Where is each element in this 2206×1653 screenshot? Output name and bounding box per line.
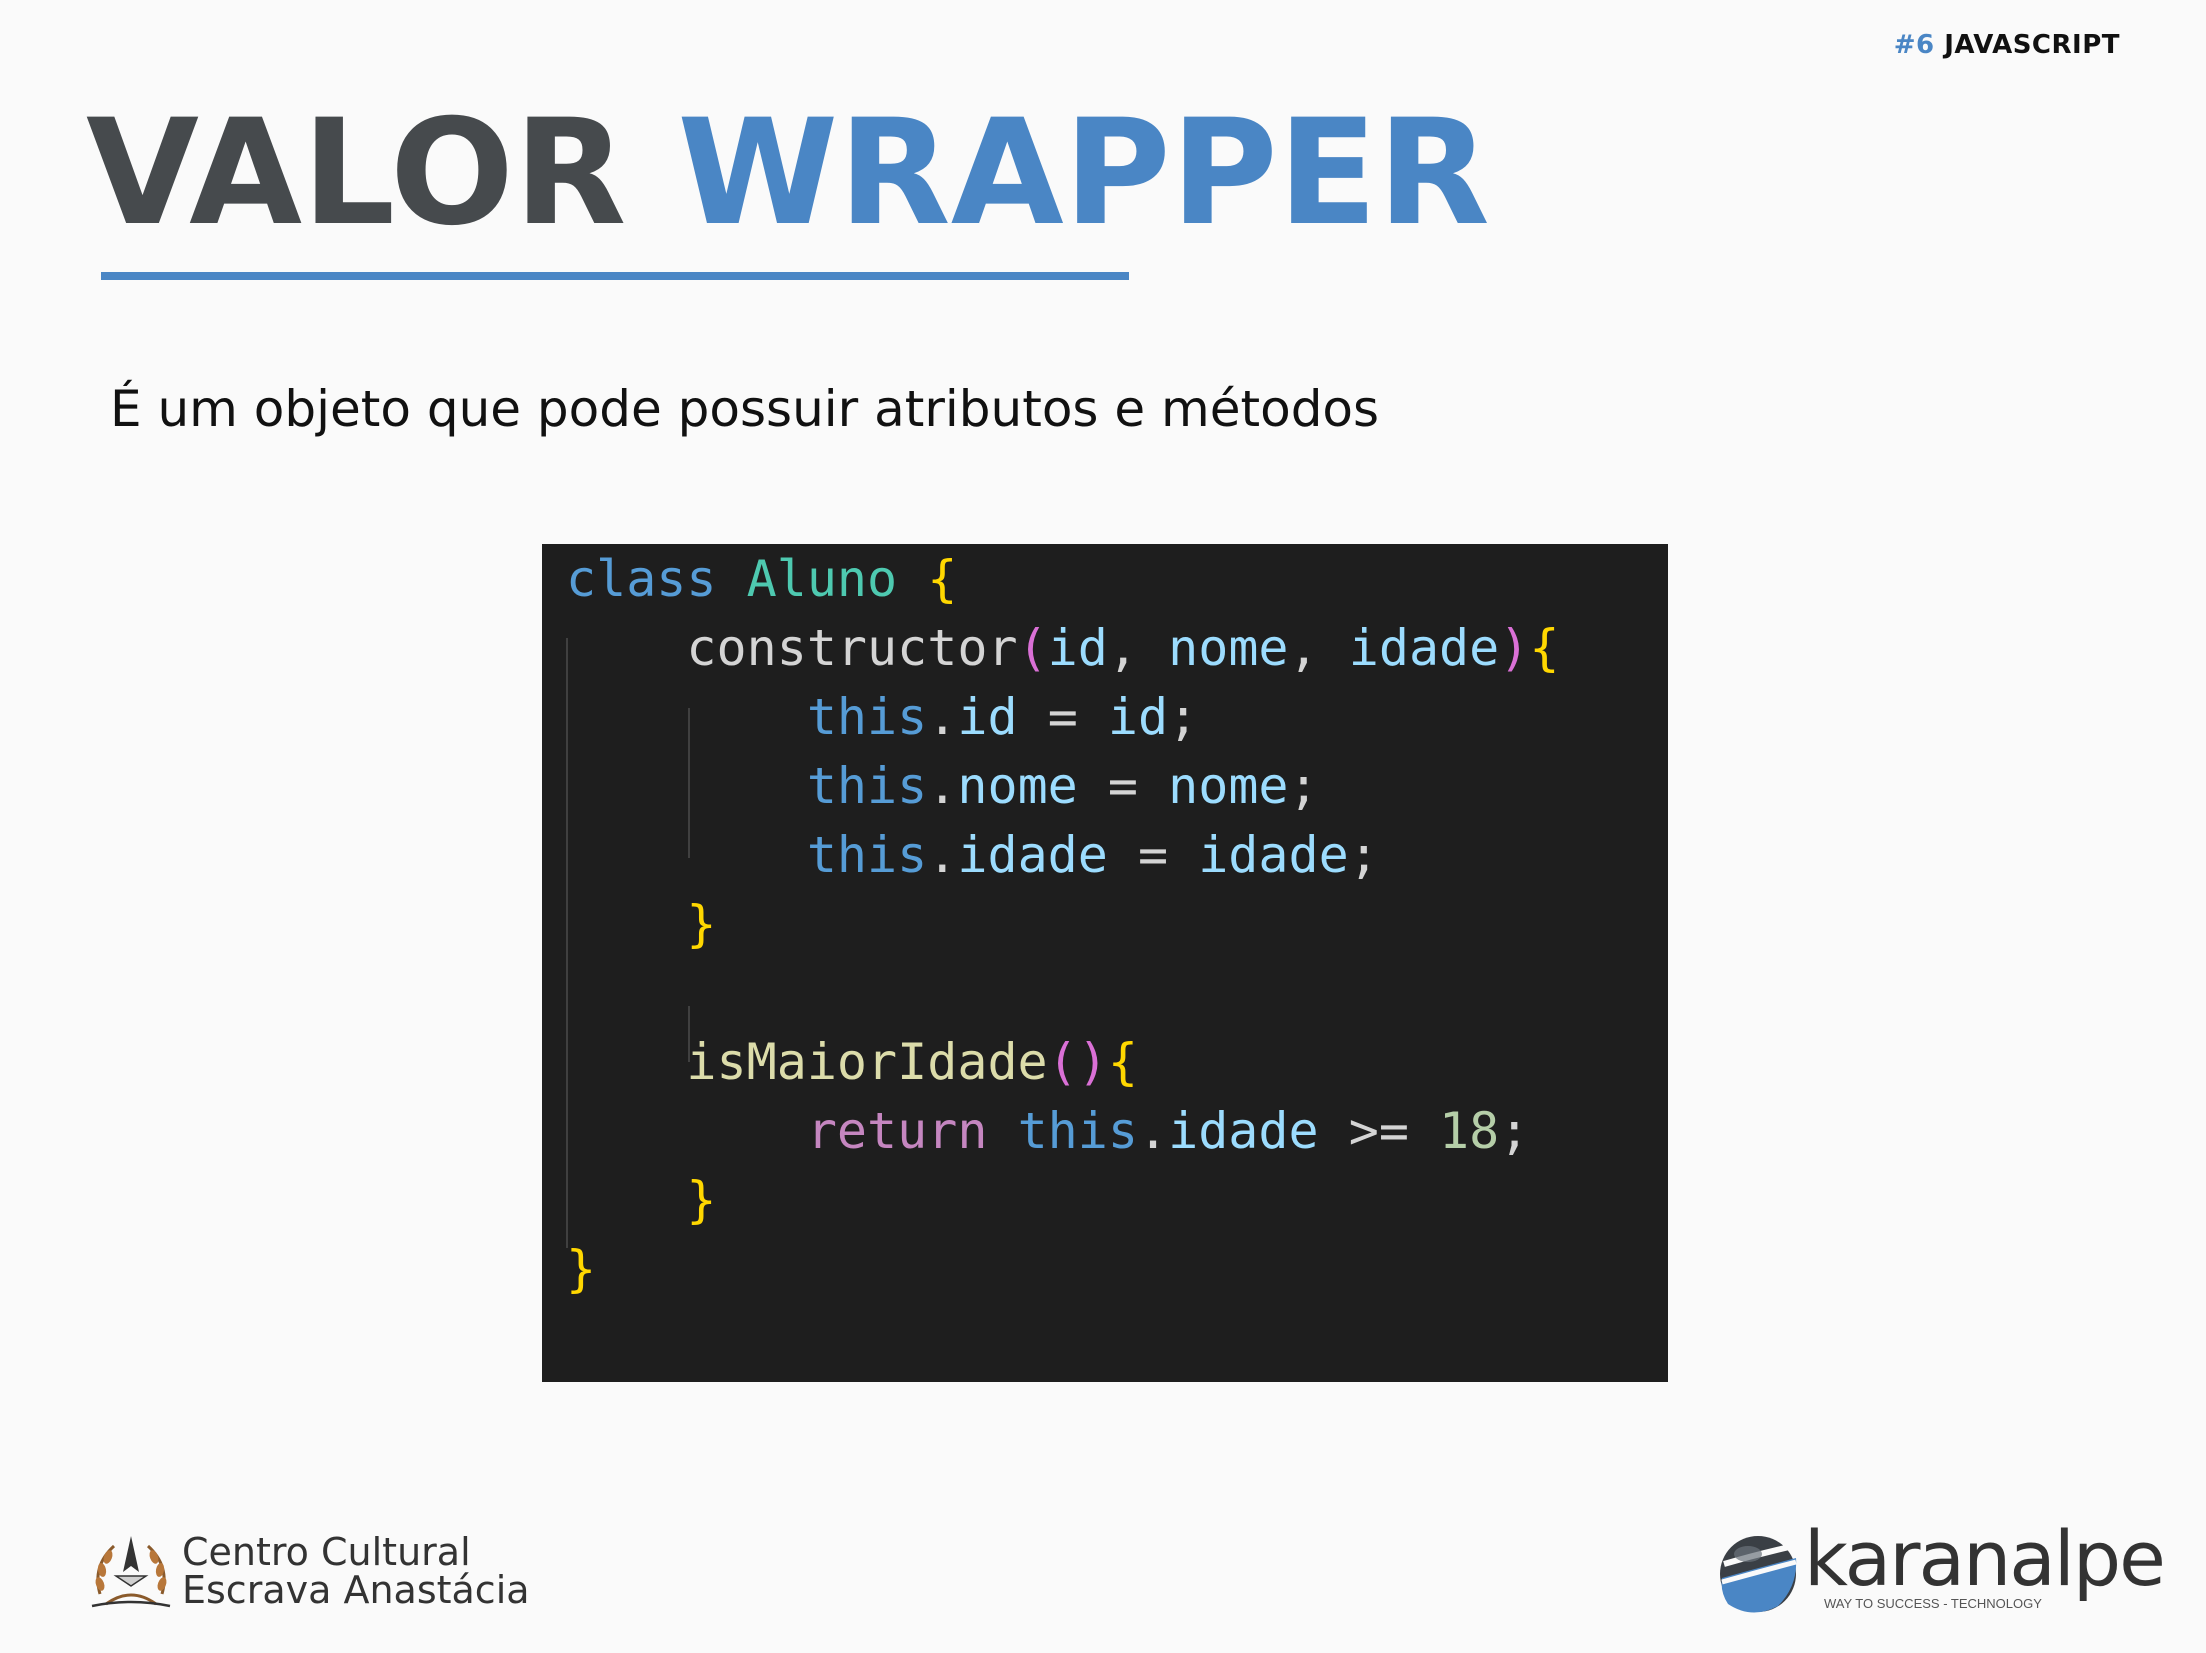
logo-text-line-1: Centro Cultural <box>182 1530 471 1574</box>
code-line: } <box>686 1171 717 1229</box>
karanalpe-logo: karanalpe WAY TO SUCCESS - TECHNOLOGY <box>1712 1514 2166 1623</box>
section-tag: #6 JAVASCRIPT <box>1894 30 2120 60</box>
title-part-1: VALOR <box>86 88 627 258</box>
code-line: constructor(id, nome, idade){ <box>686 619 1560 677</box>
code-snippet: class Aluno { constructor(id, nome, idad… <box>542 544 1668 1382</box>
brand-name: karanalpe <box>1804 1514 2166 1603</box>
code-line: } <box>686 895 717 953</box>
title-part-2: WRAPPER <box>677 88 1490 258</box>
centro-cultural-logo: Centro Cultural Escrava Anastácia <box>88 1526 530 1616</box>
code-line: class Aluno { <box>566 550 958 608</box>
wheat-emblem-icon <box>91 1536 171 1608</box>
code-line: this.id = id; <box>806 688 1199 746</box>
section-number: #6 <box>1893 30 1935 60</box>
brand-tagline: WAY TO SUCCESS - TECHNOLOGY <box>1824 1596 2042 1611</box>
logo-text-line-2: Escrava Anastácia <box>182 1568 530 1612</box>
code-line: } <box>566 1240 597 1298</box>
code-line: isMaiorIdade(){ <box>686 1033 1138 1091</box>
code-line: return this.idade >= 18; <box>806 1102 1530 1160</box>
sphere-icon <box>1720 1536 1797 1613</box>
code-line: this.idade = idade; <box>806 826 1379 884</box>
page-title: VALOR WRAPPER <box>86 100 1490 246</box>
code-line: this.nome = nome; <box>806 757 1319 815</box>
title-underline <box>101 272 1129 280</box>
slide-description: É um objeto que pode possuir atributos e… <box>110 380 1380 438</box>
section-label: JAVASCRIPT <box>1944 30 2120 60</box>
